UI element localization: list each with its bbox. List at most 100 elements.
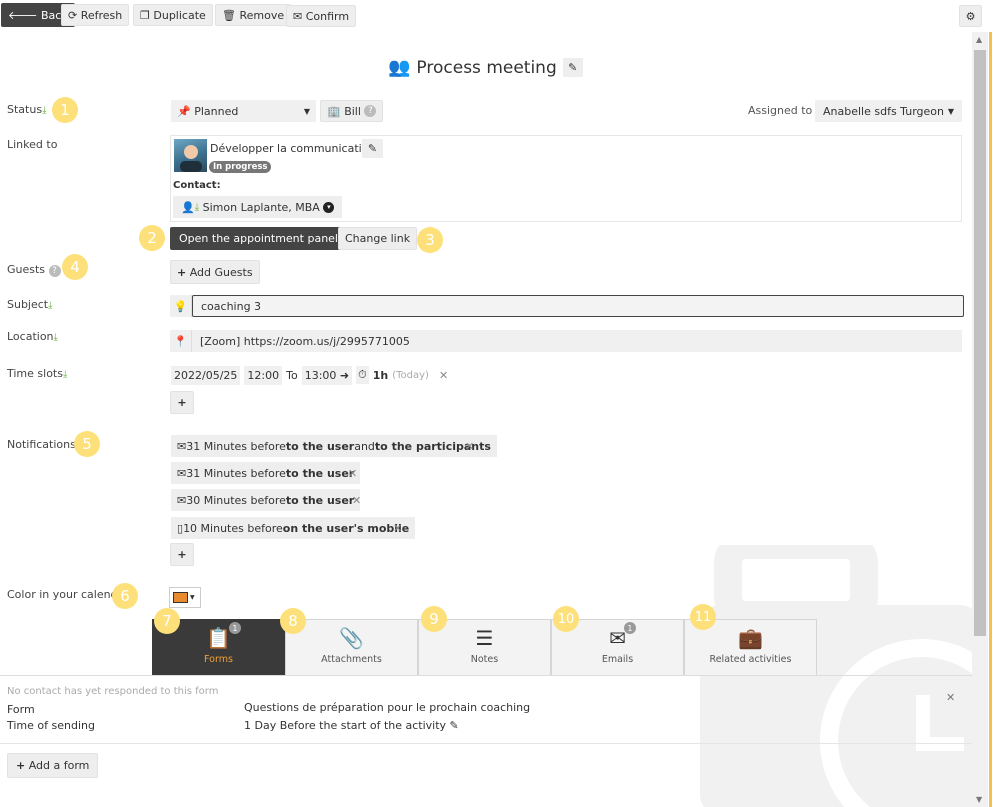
notification-item[interactable]: ▯ 10 Minutes before on the user's mobile [171,517,416,539]
form-value: Questions de préparation pour le prochai… [244,701,531,714]
count-badge: 1 [623,622,636,634]
duration: 1h [372,368,389,382]
remove-button[interactable]: 🗑 Remove [215,4,292,26]
step-badge-7: 7 [154,608,180,634]
copy-icon: ❐ [140,8,150,22]
caret-down-icon: ▼ [947,106,954,116]
edit-link-button[interactable]: ✎ [362,139,383,158]
color-swatch [173,592,188,603]
contact-label: Contact: [173,180,221,191]
person-avatar-icon [180,145,202,172]
linked-name[interactable]: Développer la communication [210,142,375,155]
subject-field: 💡 coaching 3 [170,295,964,317]
add-guests-button[interactable]: + Add Guests [170,260,260,284]
scroll-up-arrow-icon[interactable]: ▲ [976,35,982,44]
arrow-left-icon: 🡐 [8,9,38,22]
notification-item[interactable]: ✉ 31 Minutes before to the user and to th… [171,435,497,457]
align-left-icon: ☰ [475,626,494,650]
start-time-input[interactable]: 12:00 [244,365,283,385]
end-time-input[interactable]: 13:00 ➜ [301,365,353,385]
remove-notification-icon[interactable]: ✕ [393,522,402,535]
arrow-right-icon: ➜ [339,368,350,382]
envelope-icon: ✉ 1 [609,622,636,650]
open-appointment-panel-button[interactable]: Open the appointment panel [170,227,347,250]
refresh-button[interactable]: ⟳ Refresh [61,4,130,26]
subject-label: Subject⤓ [7,298,53,311]
step-badge-3: 3 [417,227,443,253]
time-of-sending-value: 1 Day Before the start of the activity ✎ [244,719,459,732]
plus-icon: + [177,265,187,279]
step-badge-5: 5 [74,431,100,457]
envelope-icon: ✉ [177,439,187,453]
location-input[interactable]: [Zoom] https://zoom.us/j/2995771005 [192,335,410,348]
tab-attachments[interactable]: 📎 Attachments [285,619,418,675]
step-badge-1: 1 [52,97,78,123]
status-select[interactable]: 📌 Planned ▼ [171,100,316,122]
settings-button[interactable]: ⚙ [959,5,982,27]
envelope-icon: ✉ [177,466,187,480]
scroll-down-arrow-icon[interactable]: ▼ [976,795,982,804]
step-badge-9: 9 [421,606,447,632]
form-label: Form [7,703,35,716]
scrollbar-thumb[interactable] [974,50,986,636]
remove-notification-icon[interactable]: ✕ [348,467,357,480]
close-form-icon[interactable]: ✕ [946,691,955,704]
notifications-label: Notifications [7,438,76,451]
caret-down-icon: ▼ [190,594,195,601]
color-label: Color in your calenda [7,588,125,601]
lightbulb-icon: 💡 [170,295,192,317]
bill-button[interactable]: 🏢 Bill ? [320,100,384,122]
remove-slot-icon[interactable]: ✕ [439,369,448,382]
location-field: 📍 [Zoom] https://zoom.us/j/2995771005 [170,330,962,352]
briefcase-clock-icon: 💼 [738,626,763,650]
pin-icon: 📌 [177,104,191,118]
step-badge-8: 8 [280,608,306,634]
notification-item[interactable]: ✉ 31 Minutes before to the user [171,462,361,484]
duplicate-button[interactable]: ❐ Duplicate [133,4,213,26]
paperclip-icon: 📎 [339,626,364,650]
status-label: Status⤓ [7,103,47,116]
download-icon: ⤓ [42,105,47,116]
trash-icon: 🗑 [222,8,236,22]
gear-icon: ⚙ [965,9,976,23]
time-of-sending-label: Time of sending [7,719,95,732]
remove-notification-icon[interactable]: ✕ [465,440,474,453]
plus-icon: + [177,396,187,409]
step-badge-6: 6 [112,583,138,609]
add-form-button[interactable]: + Add a form [7,753,99,778]
time-slots-label: Time slots⤓ [7,367,68,380]
plus-icon: + [16,759,26,772]
date-input[interactable]: 2022/05/25 [171,365,241,385]
building-icon: 🏢 [327,104,341,118]
notification-item[interactable]: ✉ 30 Minutes before to the user [171,489,361,511]
pencil-icon[interactable]: ✎ [450,719,459,732]
help-icon: ? [48,265,61,277]
contact-chip[interactable]: 👤 ⤓ Simon Laplante, MBA ▾ [173,196,343,218]
add-notification-button[interactable]: + [170,543,194,566]
no-response-text: No contact has yet responded to this for… [7,686,219,697]
subject-input[interactable]: coaching 3 [192,295,964,317]
envelope-icon: ✉ [177,493,187,507]
download-icon: ⤓ [48,300,53,311]
change-link-button[interactable]: Change link [338,227,418,250]
step-badge-4: 4 [62,254,88,280]
status-badge: In progress [209,161,272,173]
edit-title-button[interactable]: ✎ [562,58,583,77]
stopwatch-icon: ⏱ [356,366,369,384]
confirm-button[interactable]: ✉ Confirm [286,5,357,27]
location-label: Location⤓ [7,330,58,343]
step-badge-10: 10 [553,606,579,632]
caret-down-icon: ▼ [303,106,310,116]
guests-label: Guests ? [7,263,61,277]
chevron-down-icon: ▾ [323,201,335,213]
assigned-select[interactable]: Anabelle sdfs Turgeon - ( ▼ [815,100,962,122]
add-time-slot-button[interactable]: + [170,391,194,414]
step-badge-11: 11 [690,604,716,630]
count-badge: 1 [228,622,241,634]
page-title: 👥 Process meeting ✎ [388,57,583,78]
download-icon: ⤓ [53,332,58,343]
time-slot-row: 2022/05/25 12:00 To 13:00 ➜ ⏱ 1h (Today)… [171,364,448,386]
right-edge-accent [989,32,992,807]
remove-notification-icon[interactable]: ✕ [352,494,361,507]
color-picker[interactable]: ▼ [169,587,201,608]
